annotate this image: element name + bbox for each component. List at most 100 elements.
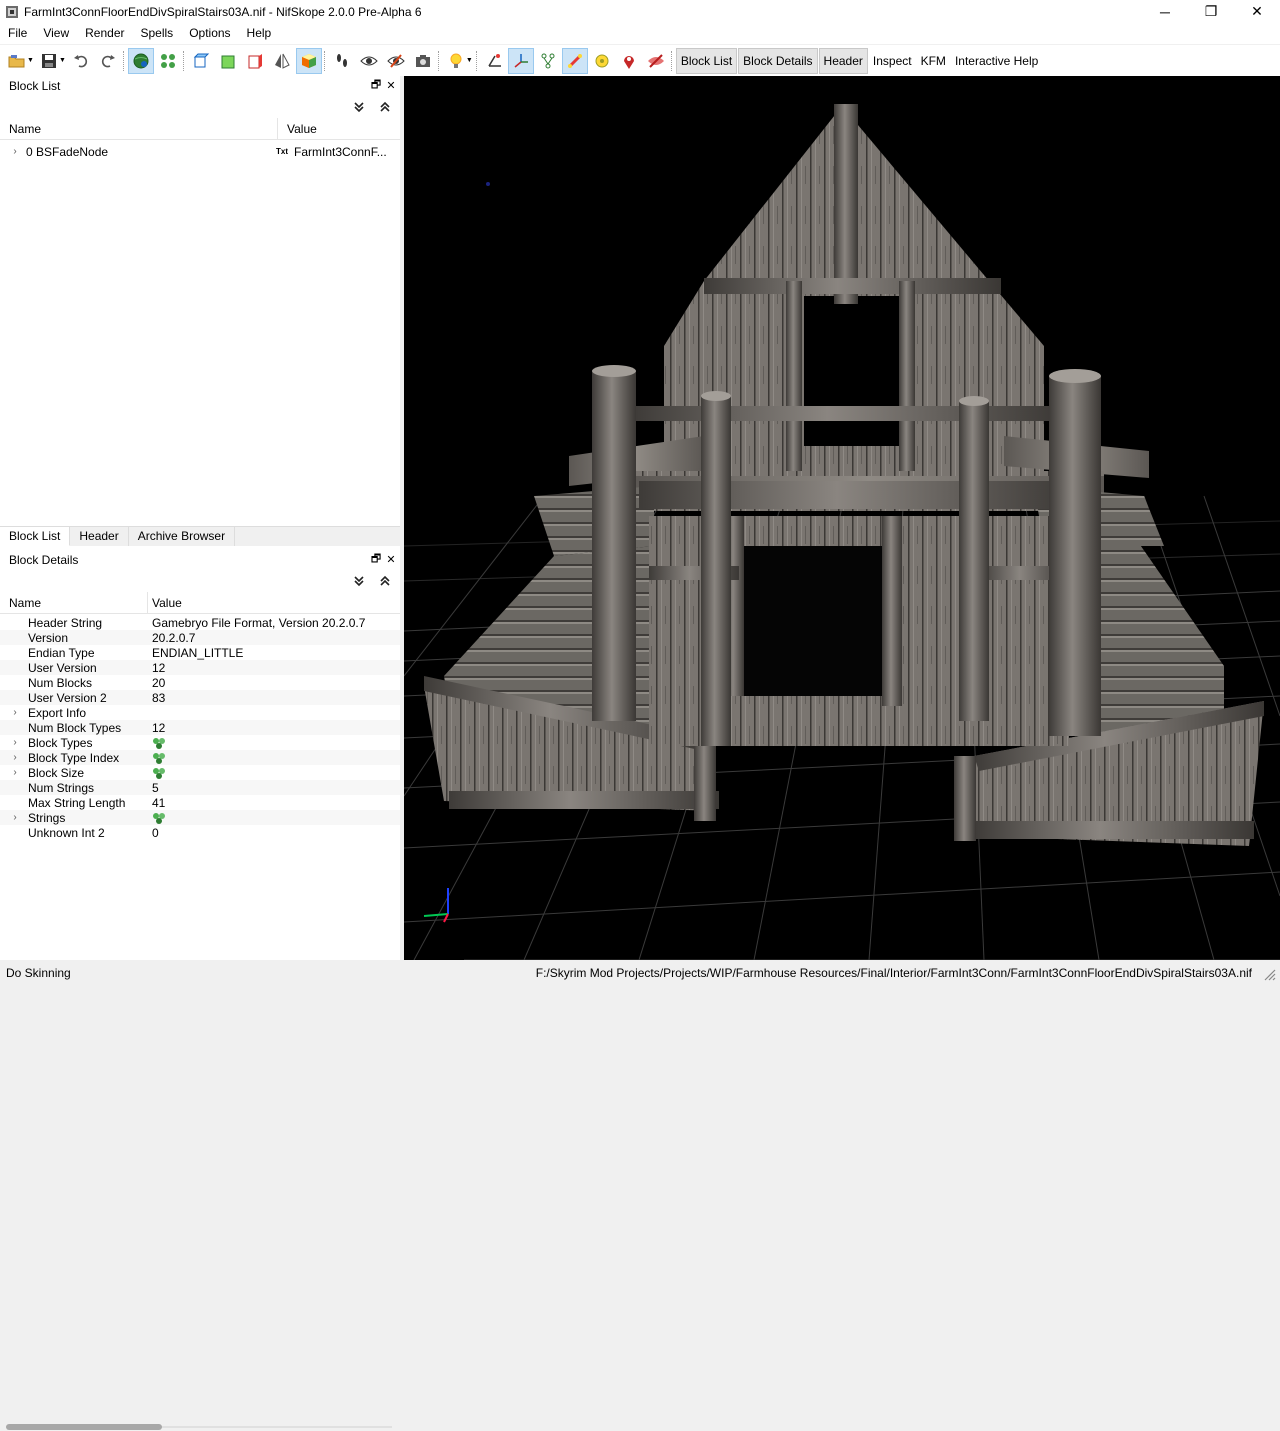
block-details-title-bar: Block Details 🗗 ✕ <box>0 550 400 570</box>
screenshot-icon[interactable] <box>410 48 436 74</box>
tab-header[interactable]: Header <box>70 527 129 546</box>
eye-icon[interactable] <box>356 48 382 74</box>
save-dropdown-icon[interactable]: ▼ <box>59 57 66 64</box>
tab-block-list[interactable]: Block List <box>0 527 71 546</box>
toggle-kfm-button[interactable]: KFM <box>917 48 950 74</box>
detail-name: Block Type Index <box>28 750 120 765</box>
walk-mode-icon[interactable] <box>329 48 355 74</box>
array-icon <box>152 752 166 764</box>
detail-row[interactable]: › Block Size <box>0 765 400 780</box>
close-icon[interactable]: ✕ <box>384 552 398 566</box>
collapse-all-icon[interactable] <box>377 573 393 589</box>
hide-markers-icon[interactable] <box>643 48 669 74</box>
block-value: FarmInt3ConnF... <box>294 144 387 159</box>
detail-row[interactable]: Num Blocks 20 <box>0 675 400 690</box>
maximize-button[interactable]: ❐ <box>1188 0 1234 23</box>
detail-value: 0 <box>152 825 159 840</box>
detail-row[interactable]: Num Block Types 12 <box>0 720 400 735</box>
chevron-right-icon[interactable]: › <box>8 812 22 823</box>
status-file-path: F:/Skyrim Mod Projects/Projects/WIP/Farm… <box>535 965 1252 980</box>
detail-row[interactable]: Version 20.2.0.7 <box>0 630 400 645</box>
column-header-value[interactable]: Value <box>278 118 396 139</box>
nodes-icon[interactable] <box>155 48 181 74</box>
menu-render[interactable]: Render <box>77 23 132 44</box>
scrollbar-thumb[interactable] <box>6 1424 162 1430</box>
toggle-block-details-button[interactable]: Block Details <box>738 47 818 74</box>
open-dropdown-icon[interactable]: ▼ <box>27 57 34 64</box>
eye-hidden-icon[interactable] <box>383 48 409 74</box>
column-header-name[interactable]: Name <box>0 118 278 139</box>
status-bar: Do Skinning F:/Skyrim Mod Projects/Proje… <box>0 960 1280 985</box>
redo-icon[interactable] <box>95 48 121 74</box>
detail-row[interactable]: › Export Info <box>0 705 400 720</box>
view-front-icon[interactable] <box>215 48 241 74</box>
close-button[interactable]: ✕ <box>1234 0 1280 23</box>
detail-value: 41 <box>152 795 166 810</box>
block-name: 0 BSFadeNode <box>26 144 109 159</box>
detail-row[interactable]: Max String Length 41 <box>0 795 400 810</box>
array-icon <box>152 767 166 779</box>
float-icon[interactable]: 🗗 <box>369 78 383 92</box>
lighting-dropdown-icon[interactable]: ▼ <box>466 57 473 64</box>
chevron-right-icon[interactable]: › <box>8 737 22 748</box>
detail-name: Block Types <box>28 735 93 750</box>
gizmo-axes-icon[interactable] <box>507 47 534 74</box>
view-side-icon[interactable] <box>242 48 268 74</box>
skeleton-icon[interactable] <box>535 48 561 74</box>
detail-row[interactable]: Unknown Int 2 0 <box>0 825 400 840</box>
menu-view[interactable]: View <box>35 23 77 44</box>
block-list-title: Block List <box>9 79 61 93</box>
detail-name: Export Info <box>28 705 87 720</box>
detail-row[interactable]: › Block Type Index <box>0 750 400 765</box>
view-top-icon[interactable] <box>188 48 214 74</box>
tab-archive-browser[interactable]: Archive Browser <box>129 527 236 546</box>
toggle-header-button[interactable]: Header <box>818 47 868 74</box>
title-bar: FarmInt3ConnFloorEndDivSpiralStairs03A.n… <box>0 0 1280 23</box>
flip-view-icon[interactable] <box>269 48 295 74</box>
left-dock: Block List 🗗 ✕ Name Value › 0 BSFadeNode… <box>0 76 400 1430</box>
detail-row[interactable]: › Block Types <box>0 735 400 750</box>
user-view-cube-icon[interactable] <box>295 47 322 74</box>
detail-row[interactable]: Header String Gamebryo File Format, Versi… <box>0 615 400 630</box>
detail-name: Max String Length <box>28 795 126 810</box>
float-icon[interactable]: 🗗 <box>369 552 383 566</box>
chevron-right-icon[interactable]: › <box>8 752 22 763</box>
detail-row[interactable]: Endian Type ENDIAN_LITTLE <box>0 645 400 660</box>
chevron-right-icon[interactable]: › <box>8 767 22 778</box>
expand-all-icon[interactable] <box>351 573 367 589</box>
minimize-button[interactable]: ─ <box>1142 0 1188 23</box>
block-details-panel: Block Details 🗗 ✕ Name Value Header Stri… <box>0 550 400 1430</box>
detail-name: Block Size <box>28 765 85 780</box>
menu-spells[interactable]: Spells <box>133 23 182 44</box>
column-header-name[interactable]: Name <box>0 592 148 613</box>
detail-row[interactable]: User Version 12 <box>0 660 400 675</box>
chevron-right-icon[interactable]: › <box>8 146 22 157</box>
bone-icon[interactable] <box>561 47 588 74</box>
detail-row[interactable]: Num Strings 5 <box>0 780 400 795</box>
detail-name: Header String <box>28 615 103 630</box>
column-header-value[interactable]: Value <box>148 592 396 613</box>
expand-all-icon[interactable] <box>351 99 367 115</box>
globe-icon[interactable] <box>127 47 154 74</box>
render-viewport[interactable] <box>404 76 1280 960</box>
axes-icon[interactable] <box>481 48 507 74</box>
havok-icon[interactable] <box>589 48 615 74</box>
menu-options[interactable]: Options <box>181 23 238 44</box>
menu-file[interactable]: File <box>0 23 35 44</box>
detail-name: Strings <box>28 810 66 825</box>
detail-row[interactable]: › Strings <box>0 810 400 825</box>
close-icon[interactable]: ✕ <box>384 78 398 92</box>
toggle-block-list-button[interactable]: Block List <box>675 47 738 74</box>
horizontal-scrollbar[interactable] <box>6 1423 392 1431</box>
detail-row[interactable]: User Version 2 83 <box>0 690 400 705</box>
collapse-all-icon[interactable] <box>377 99 393 115</box>
resize-grip-icon[interactable] <box>1264 969 1276 981</box>
undo-icon[interactable] <box>68 48 94 74</box>
toggle-inspect-button[interactable]: Inspect <box>869 48 916 74</box>
toggle-interactive-help-button[interactable]: Interactive Help <box>951 48 1042 74</box>
location-pin-icon[interactable] <box>616 48 642 74</box>
chevron-right-icon[interactable]: › <box>8 707 22 718</box>
menu-help[interactable]: Help <box>239 23 280 44</box>
block-details-rows: Header String Gamebryo File Format, Versi… <box>0 615 400 840</box>
tree-row[interactable]: › 0 BSFadeNode Txt FarmInt3ConnF... <box>0 144 400 159</box>
